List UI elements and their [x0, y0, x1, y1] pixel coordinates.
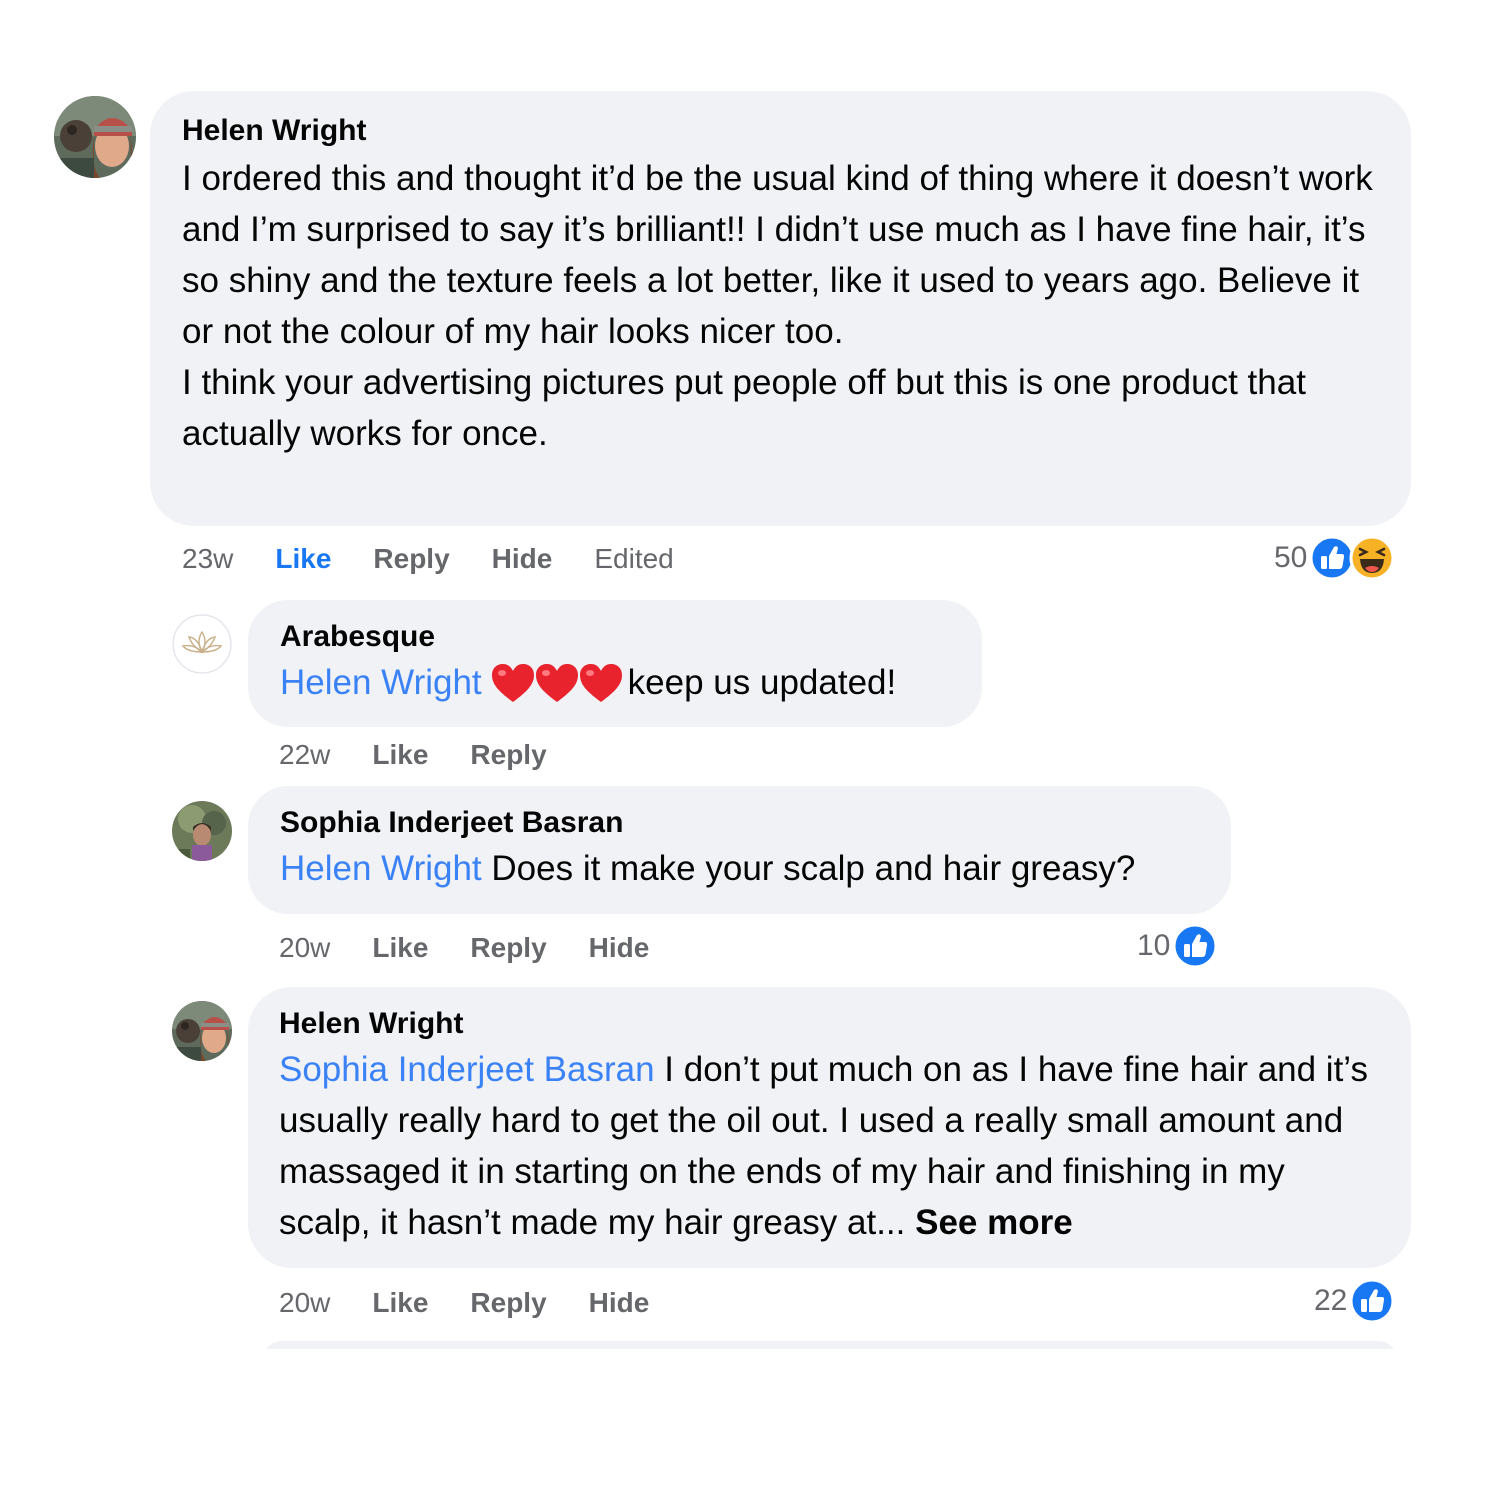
like-icon	[1172, 923, 1218, 969]
like-button[interactable]: Like	[372, 931, 428, 965]
reaction-count: 10	[1137, 929, 1171, 962]
comment-paragraph: I ordered this and thought it’d be the u…	[182, 159, 1373, 351]
like-button[interactable]: Like	[372, 1286, 428, 1320]
emoji-group	[490, 662, 622, 704]
reaction-summary[interactable]: 50	[1274, 535, 1395, 581]
avatar[interactable]	[172, 614, 232, 674]
reply-button[interactable]: Reply	[470, 738, 546, 772]
comment-text: Sophia Inderjeet Basran I don’t put much…	[279, 1044, 1383, 1248]
avatar[interactable]	[54, 96, 136, 178]
like-icon	[1349, 1278, 1395, 1324]
comment-paragraph: I think your advertising pictures put pe…	[182, 363, 1306, 453]
like-button[interactable]: Like	[372, 738, 428, 772]
avatar[interactable]	[172, 1001, 232, 1061]
comment-author[interactable]: Helen Wright	[182, 113, 1381, 149]
comment-timestamp[interactable]: 20w	[279, 1286, 330, 1320]
see-more-link[interactable]: See more	[915, 1203, 1073, 1242]
comment-body: keep us updated!	[627, 663, 897, 702]
reaction-summary[interactable]: 22	[1314, 1278, 1395, 1324]
comment-bubble: Arabesque Helen Wright keep us updated!	[248, 600, 982, 727]
comment-bubble: Sophia Inderjeet Basran Helen Wright Doe…	[248, 786, 1231, 914]
reaction-summary[interactable]: 10	[1137, 923, 1218, 969]
heart-emoji	[491, 663, 534, 702]
comment-text: I ordered this and thought it’d be the u…	[182, 153, 1381, 459]
comment-timestamp[interactable]: 23w	[182, 542, 233, 576]
avatar[interactable]	[172, 801, 232, 861]
comment-bubble: Helen Wright Sophia Inderjeet Basran I d…	[248, 987, 1411, 1268]
comment-text: Helen Wright keep us updated!	[280, 657, 954, 708]
hide-button[interactable]: Hide	[589, 1286, 650, 1320]
comment-author[interactable]: Arabesque	[280, 619, 954, 655]
comment-thread: Helen Wright I ordered this and thought …	[0, 0, 1500, 1500]
comment-text: Helen Wright Does it make your scalp and…	[280, 843, 1203, 894]
reply-button[interactable]: Reply	[373, 542, 449, 576]
haha-icon	[1349, 535, 1395, 581]
reply-button[interactable]: Reply	[470, 931, 546, 965]
heart-emoji	[535, 663, 578, 702]
mention-link[interactable]: Helen Wright	[280, 663, 482, 702]
mention-link[interactable]: Sophia Inderjeet Basran	[279, 1050, 655, 1089]
mention-link[interactable]: Helen Wright	[280, 849, 482, 888]
comment-body: Does it make your scalp and hair greasy?	[491, 849, 1136, 888]
comment-actions: 20w Like Reply Hide	[279, 1286, 649, 1320]
reply-button[interactable]: Reply	[470, 1286, 546, 1320]
reaction-count: 50	[1274, 541, 1308, 574]
next-comment-edge	[262, 1341, 1398, 1349]
like-button[interactable]: Like	[275, 542, 331, 576]
hide-button[interactable]: Hide	[589, 931, 650, 965]
comment-timestamp[interactable]: 20w	[279, 931, 330, 965]
comment-timestamp[interactable]: 22w	[279, 738, 330, 772]
reaction-count: 22	[1314, 1284, 1348, 1317]
comment-author[interactable]: Sophia Inderjeet Basran	[280, 805, 1203, 841]
hide-button[interactable]: Hide	[492, 542, 553, 576]
comment-author[interactable]: Helen Wright	[279, 1006, 1383, 1042]
edited-label: Edited	[594, 543, 674, 574]
comment-actions: 23w Like Reply Hide Edited	[182, 542, 674, 576]
comment-bubble: Helen Wright I ordered this and thought …	[150, 91, 1411, 526]
comment-actions: 22w Like Reply	[279, 738, 547, 772]
heart-emoji	[579, 663, 622, 702]
comment-actions: 20w Like Reply Hide	[279, 931, 649, 965]
